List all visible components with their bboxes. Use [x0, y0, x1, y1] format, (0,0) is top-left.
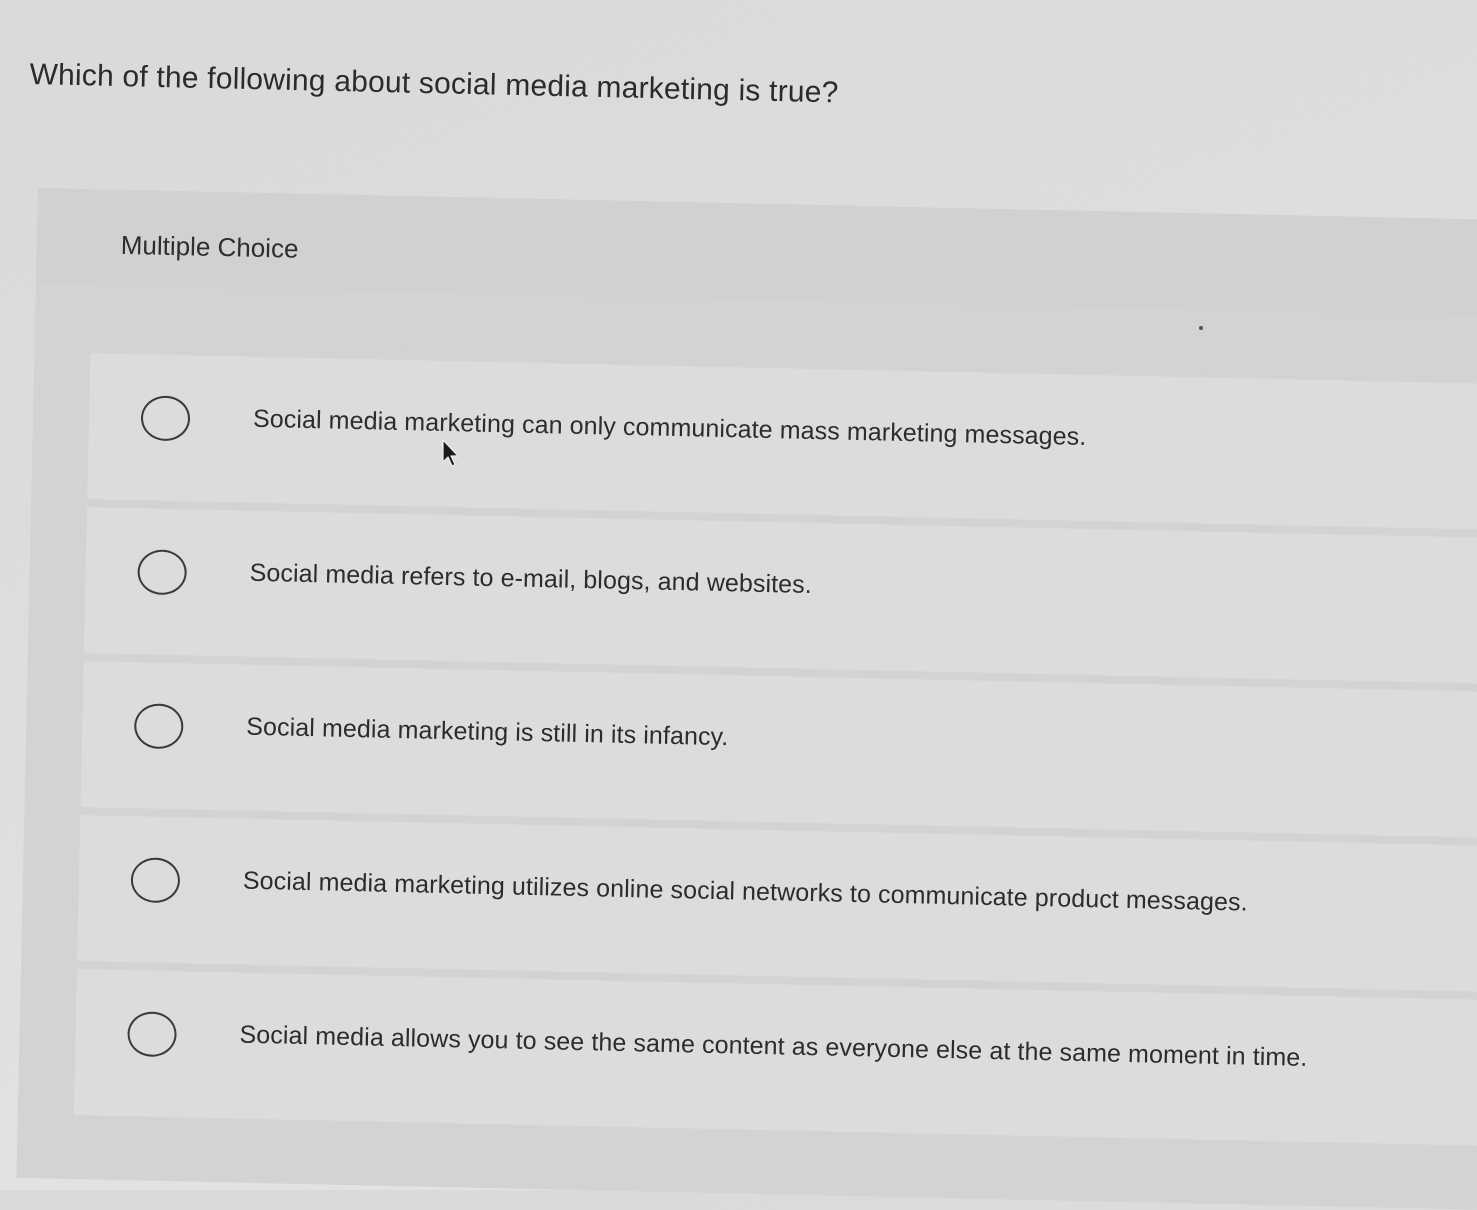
answer-option[interactable]: Social media refers to e-mail, blogs, an…: [83, 499, 1477, 685]
answer-option-label: Social media marketing is still in its i…: [245, 712, 729, 752]
radio-unselected-icon[interactable]: [140, 395, 191, 442]
screen-speck: [1199, 326, 1203, 330]
question-text: Which of the following about social medi…: [29, 58, 839, 110]
answer-option[interactable]: Social media allows you to see the same …: [73, 961, 1477, 1146]
radio-unselected-icon[interactable]: [130, 857, 181, 904]
answer-option-label: Social media allows you to see the same …: [239, 1020, 1308, 1072]
panel-header: Multiple Choice: [35, 188, 1477, 317]
answer-option-label: Social media marketing can only communic…: [252, 404, 1087, 451]
answer-options: Social media marketing can only communic…: [73, 345, 1477, 1146]
mouse-cursor-icon: [442, 439, 459, 467]
answer-option[interactable]: Social media marketing is still in its i…: [80, 653, 1477, 839]
answer-option-label: Social media refers to e-mail, blogs, an…: [249, 558, 813, 599]
answer-option[interactable]: Social media marketing utilizes online s…: [77, 807, 1477, 993]
answer-option-label: Social media marketing utilizes online s…: [242, 866, 1249, 917]
question-panel: Multiple Choice Social media marketing c…: [16, 188, 1477, 1210]
question-type-label: Multiple Choice: [120, 229, 299, 264]
radio-unselected-icon[interactable]: [137, 549, 188, 596]
answer-option[interactable]: Social media marketing can only communic…: [87, 345, 1477, 531]
radio-unselected-icon[interactable]: [133, 703, 184, 750]
radio-unselected-icon[interactable]: [127, 1011, 178, 1058]
